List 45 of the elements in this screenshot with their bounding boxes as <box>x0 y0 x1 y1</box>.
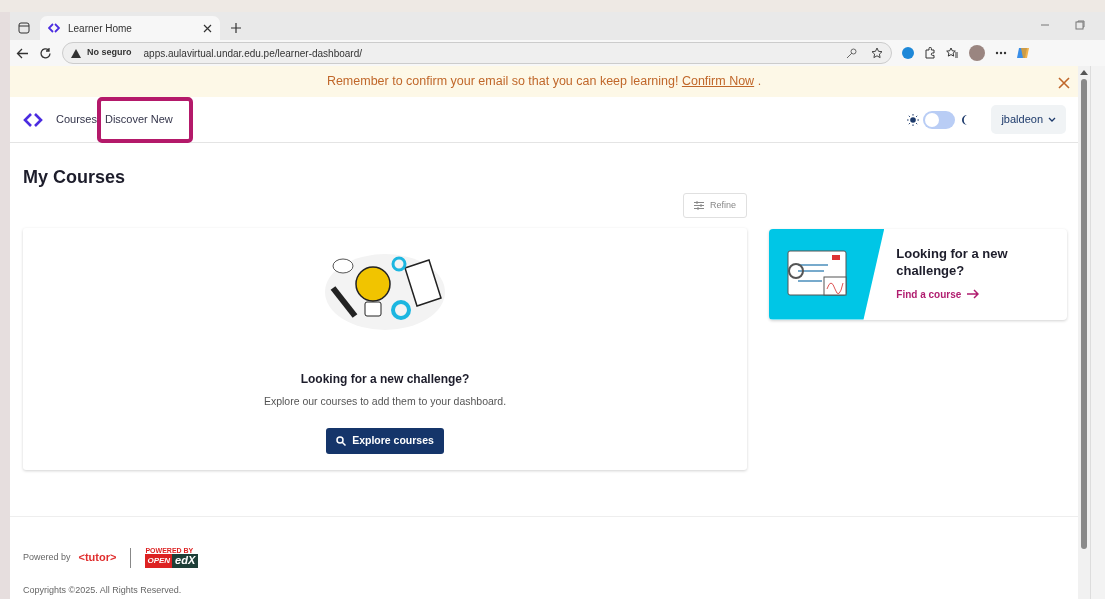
more-icon[interactable] <box>995 51 1007 55</box>
restore-icon[interactable] <box>1075 20 1085 30</box>
card-heading: Looking for a new challenge? <box>896 246 1009 279</box>
extension-icon[interactable] <box>902 47 914 59</box>
back-icon[interactable] <box>16 46 29 60</box>
reload-icon[interactable] <box>39 46 52 60</box>
sliders-icon <box>694 200 704 210</box>
find-course-link[interactable]: Find a course <box>896 286 1067 302</box>
powered-by-label: Powered by <box>23 550 71 564</box>
logo-icon <box>48 22 60 34</box>
logo-icon[interactable] <box>22 111 44 128</box>
confirm-link[interactable]: Confirm Now <box>681 74 755 89</box>
security-label: No seguro <box>87 46 132 60</box>
page-title: My Courses <box>23 167 127 189</box>
close-icon[interactable] <box>203 23 212 33</box>
url-text: apps.aulavirtual.undar.edu.pe/learner-dashboard/ <box>143 46 363 61</box>
explore-courses-button[interactable]: Explore courses <box>326 427 444 454</box>
scrollbar[interactable] <box>1078 66 1090 599</box>
copyright-text: Copyrights ©2025. All Rights Reserved. <box>23 584 183 597</box>
scroll-up-arrow-icon[interactable] <box>1080 70 1088 75</box>
empty-state-heading: Looking for a new challenge? <box>300 371 470 389</box>
empty-state-text: Explore our courses to add them to your dashboard. <box>263 394 507 410</box>
nav-link[interactable]: Discover New <box>104 107 173 132</box>
banner-message: Remember to confirm your email so that you can keep learning! Confirm Now . <box>326 73 762 91</box>
close-icon <box>1058 76 1070 89</box>
sidebar-icon[interactable] <box>18 22 30 34</box>
puzzle-icon[interactable] <box>924 47 936 59</box>
theme-toggle[interactable] <box>923 110 956 129</box>
star-icon[interactable] <box>871 47 883 59</box>
search-icon <box>336 435 347 446</box>
profile-avatar-icon[interactable] <box>969 45 985 61</box>
sun-icon <box>907 113 920 126</box>
copilot-icon[interactable] <box>1017 47 1029 59</box>
favorites-icon[interactable] <box>946 47 959 59</box>
refine-button[interactable]: Refine <box>683 192 747 219</box>
new-tab-icon[interactable] <box>230 22 242 34</box>
address-bar[interactable]: No seguro apps.aulavirtual.undar.edu.pe/learner-dashboard/ <box>62 42 892 64</box>
browser-tab[interactable]: Learner Home <box>40 16 220 40</box>
tab-title: Learner Home <box>68 21 133 36</box>
nav-link[interactable]: Courses <box>56 107 97 132</box>
tutor-logo: <tutor> <box>78 550 117 566</box>
user-menu-button[interactable]: jbaldeon <box>991 105 1066 134</box>
chevron-down-icon <box>1048 117 1056 122</box>
warning-icon <box>71 48 81 58</box>
arrow-right-icon <box>967 289 980 300</box>
